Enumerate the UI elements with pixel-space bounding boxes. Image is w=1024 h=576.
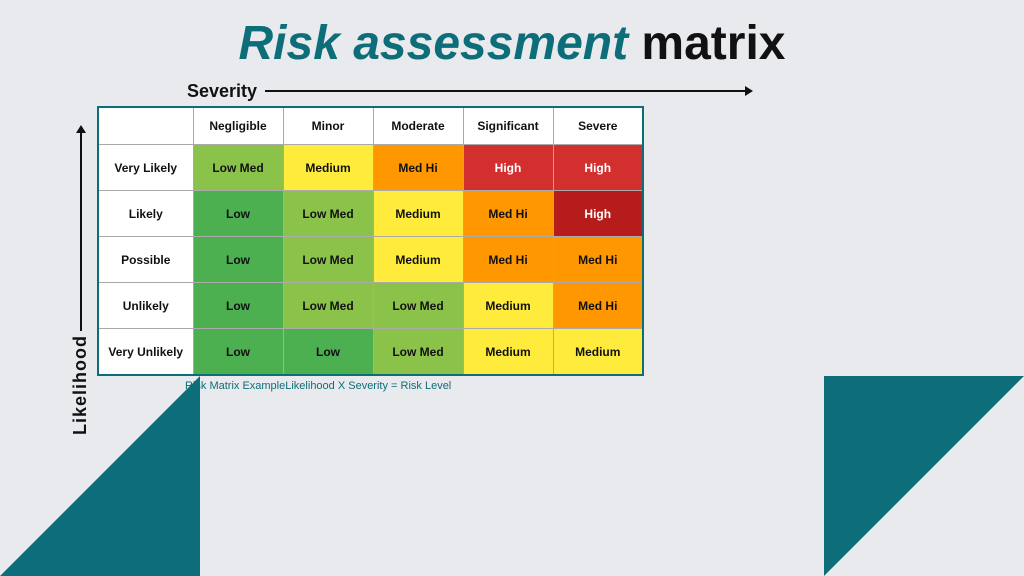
likelihood-arrow [80, 131, 82, 331]
likelihood-label-container: Likelihood [70, 131, 91, 435]
severity-container: Severity NegligibleMinorModerateSignific… [97, 81, 745, 392]
title-part1: Risk assessment [239, 17, 629, 70]
column-header-negligible: Negligible [193, 107, 283, 145]
risk-cell-r2-c1: Low Med [283, 237, 373, 283]
severity-arrow [265, 90, 745, 92]
column-header-severe: Severe [553, 107, 643, 145]
footer-right-label: Likelihood X Severity = Risk Level [285, 380, 451, 392]
row-header-very-likely: Very Likely [98, 145, 193, 191]
table-row: PossibleLowLow MedMediumMed HiMed Hi [98, 237, 643, 283]
risk-cell-r1-c1: Low Med [283, 191, 373, 237]
risk-cell-r3-c3: Medium [463, 283, 553, 329]
risk-cell-r1-c0: Low [193, 191, 283, 237]
row-header-very-unlikely: Very Unlikely [98, 329, 193, 375]
table-row: Very UnlikelyLowLowLow MedMediumMedium [98, 329, 643, 375]
risk-cell-r4-c0: Low [193, 329, 283, 375]
risk-cell-r3-c0: Low [193, 283, 283, 329]
risk-cell-r4-c4: Medium [553, 329, 643, 375]
risk-cell-r3-c1: Low Med [283, 283, 373, 329]
risk-cell-r1-c4: High [553, 191, 643, 237]
column-header-significant: Significant [463, 107, 553, 145]
page-title: Risk assessment matrix [40, 18, 984, 71]
row-header-possible: Possible [98, 237, 193, 283]
risk-cell-r2-c3: Med Hi [463, 237, 553, 283]
risk-cell-r2-c0: Low [193, 237, 283, 283]
table-footer: Risk Matrix Example Likelihood X Severit… [97, 380, 451, 392]
title-part2: matrix [641, 17, 785, 70]
risk-cell-r0-c1: Medium [283, 145, 373, 191]
main-content: Risk assessment matrix Likelihood Severi… [0, 0, 1024, 445]
risk-cell-r4-c3: Medium [463, 329, 553, 375]
table-row: LikelyLowLow MedMediumMed HiHigh [98, 191, 643, 237]
row-header-unlikely: Unlikely [98, 283, 193, 329]
likelihood-label: Likelihood [70, 335, 91, 435]
footer-left-label: Risk Matrix Example [185, 380, 285, 392]
corner-header [98, 107, 193, 145]
risk-cell-r1-c2: Medium [373, 191, 463, 237]
row-header-likely: Likely [98, 191, 193, 237]
risk-cell-r0-c2: Med Hi [373, 145, 463, 191]
severity-label: Severity [187, 81, 257, 102]
risk-cell-r2-c4: Med Hi [553, 237, 643, 283]
risk-cell-r3-c2: Low Med [373, 283, 463, 329]
risk-cell-r4-c1: Low [283, 329, 373, 375]
risk-cell-r0-c0: Low Med [193, 145, 283, 191]
risk-cell-r1-c3: Med Hi [463, 191, 553, 237]
column-header-moderate: Moderate [373, 107, 463, 145]
severity-row: Severity [97, 81, 745, 102]
risk-cell-r4-c2: Low Med [373, 329, 463, 375]
table-row: UnlikelyLowLow MedLow MedMediumMed Hi [98, 283, 643, 329]
table-row: Very LikelyLow MedMediumMed HiHighHigh [98, 145, 643, 191]
risk-cell-r0-c3: High [463, 145, 553, 191]
column-header-minor: Minor [283, 107, 373, 145]
risk-matrix-table: NegligibleMinorModerateSignificantSevere… [97, 106, 644, 376]
risk-cell-r2-c2: Medium [373, 237, 463, 283]
risk-cell-r0-c4: High [553, 145, 643, 191]
risk-cell-r3-c4: Med Hi [553, 283, 643, 329]
